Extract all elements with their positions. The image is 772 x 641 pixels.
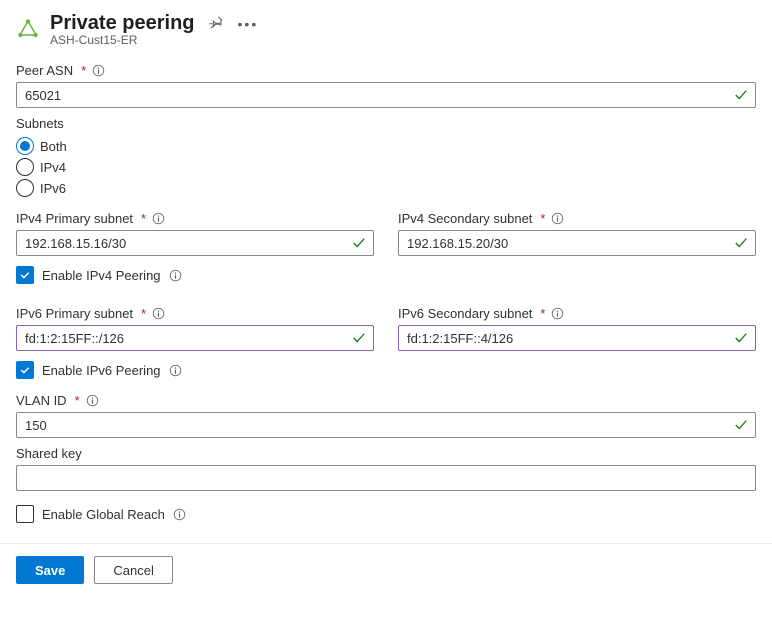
enable-ipv4-checkbox[interactable]: Enable IPv4 Peering: [16, 266, 756, 284]
enable-global-reach-checkbox[interactable]: Enable Global Reach: [16, 505, 756, 523]
ipv6-primary-input[interactable]: [16, 325, 374, 351]
checkmark-icon: [734, 418, 748, 432]
radio-both[interactable]: Both: [16, 137, 756, 155]
radio-ipv6[interactable]: IPv6: [16, 179, 756, 197]
checkmark-icon: [352, 331, 366, 345]
save-button[interactable]: Save: [16, 556, 84, 584]
info-icon[interactable]: [173, 508, 186, 521]
pin-icon[interactable]: [209, 15, 224, 33]
enable-ipv4-label: Enable IPv4 Peering: [42, 268, 161, 283]
ipv6-secondary-input[interactable]: [398, 325, 756, 351]
info-icon[interactable]: [152, 307, 165, 320]
enable-ipv6-label: Enable IPv6 Peering: [42, 363, 161, 378]
info-icon[interactable]: [86, 394, 99, 407]
radio-ipv4-label: IPv4: [40, 160, 66, 175]
peer-asn-label: Peer ASN*: [16, 63, 756, 78]
info-icon[interactable]: [92, 64, 105, 77]
enable-global-reach-label: Enable Global Reach: [42, 507, 165, 522]
checkmark-icon: [734, 236, 748, 250]
info-icon[interactable]: [152, 212, 165, 225]
peer-asn-input[interactable]: [16, 82, 756, 108]
subnets-label: Subnets: [16, 116, 756, 131]
blade-header: Private peering ••• ASH-Cust15-ER: [16, 12, 756, 47]
radio-ipv6-label: IPv6: [40, 181, 66, 196]
cancel-button[interactable]: Cancel: [94, 556, 172, 584]
info-icon[interactable]: [169, 364, 182, 377]
vlan-id-input[interactable]: [16, 412, 756, 438]
info-icon[interactable]: [169, 269, 182, 282]
info-icon[interactable]: [551, 307, 564, 320]
ipv4-secondary-label: IPv4 Secondary subnet*: [398, 211, 756, 226]
ipv4-secondary-input[interactable]: [398, 230, 756, 256]
shared-key-label: Shared key: [16, 446, 756, 461]
ipv6-primary-label: IPv6 Primary subnet*: [16, 306, 374, 321]
radio-both-label: Both: [40, 139, 67, 154]
checkmark-icon: [734, 88, 748, 102]
ipv4-primary-label: IPv4 Primary subnet*: [16, 211, 374, 226]
checkmark-icon: [352, 236, 366, 250]
vlan-id-label: VLAN ID*: [16, 393, 756, 408]
subnets-radio-group: Both IPv4 IPv6: [16, 137, 756, 197]
ipv4-primary-input[interactable]: [16, 230, 374, 256]
shared-key-input[interactable]: [16, 465, 756, 491]
peering-logo-icon: [16, 18, 40, 42]
info-icon[interactable]: [551, 212, 564, 225]
enable-ipv6-checkbox[interactable]: Enable IPv6 Peering: [16, 361, 756, 379]
checkmark-icon: [734, 331, 748, 345]
page-title: Private peering: [50, 12, 195, 35]
ipv6-secondary-label: IPv6 Secondary subnet*: [398, 306, 756, 321]
radio-ipv4[interactable]: IPv4: [16, 158, 756, 176]
page-subtitle: ASH-Cust15-ER: [50, 33, 258, 47]
divider: [0, 543, 772, 544]
more-icon[interactable]: •••: [238, 16, 259, 32]
